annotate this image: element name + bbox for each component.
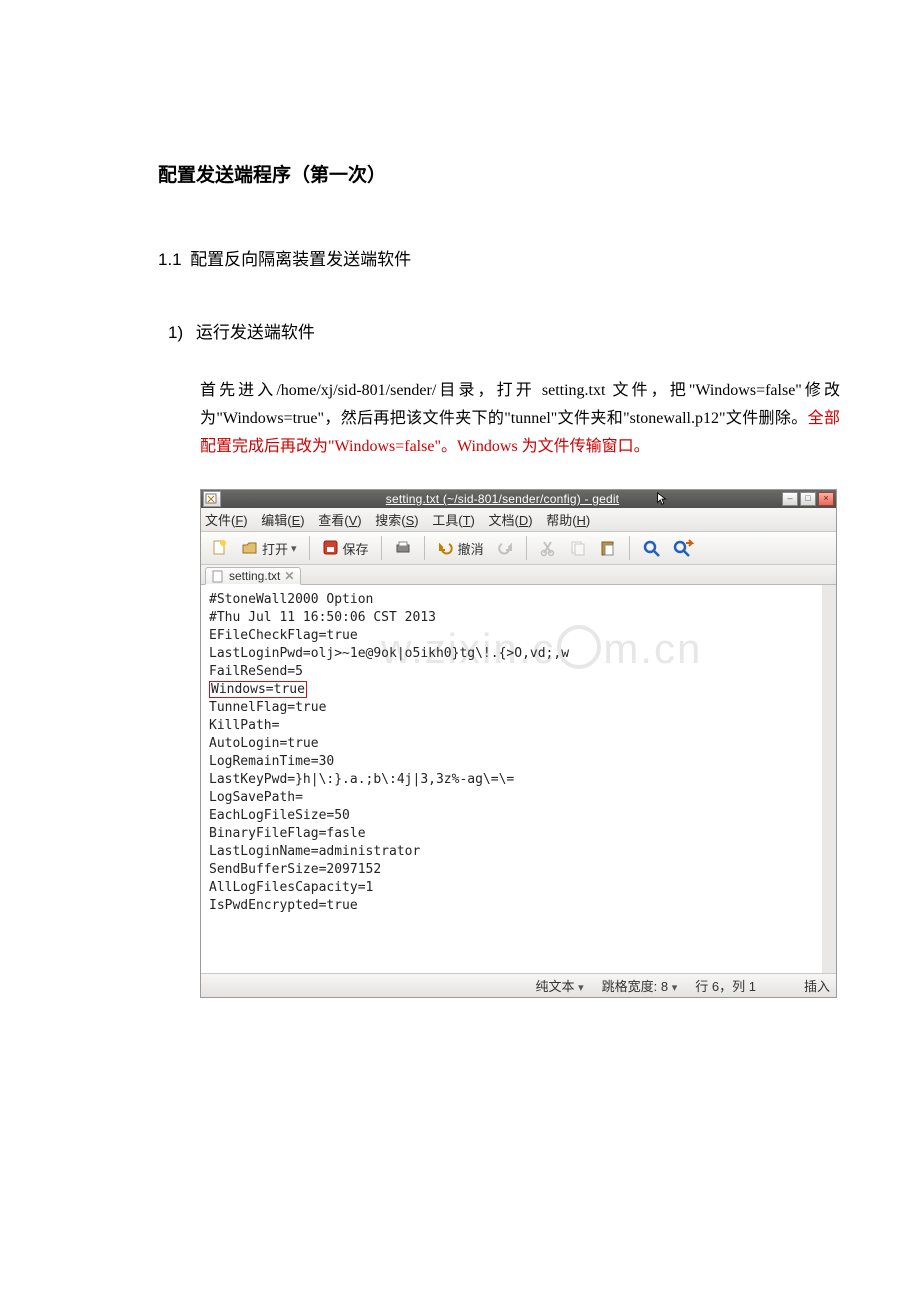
line: AutoLogin=true (209, 736, 319, 751)
status-cursor-pos: 行 6，列 1 (695, 976, 756, 995)
menu-search[interactable]: 搜索(S) (375, 513, 418, 528)
line: LastLoginPwd=olj>~1e@9ok|o5ikh0}tg\!.{>O… (209, 646, 569, 661)
line: KillPath= (209, 718, 279, 733)
line: EachLogFileSize=50 (209, 808, 350, 823)
new-button[interactable] (207, 537, 233, 559)
line: EFileCheckFlag=true (209, 628, 358, 643)
menu-docs[interactable]: 文档(D) (488, 513, 532, 528)
tab-close-icon[interactable]: ✕ (284, 569, 294, 583)
line: LogSavePath= (209, 790, 303, 805)
status-syntax[interactable]: 纯文本 ▾ (535, 976, 583, 995)
section-line: 1.1 配置反向隔离装置发送端软件 (158, 245, 840, 270)
titlebar[interactable]: setting.txt (~/sid-801/sender/config) - … (201, 490, 836, 508)
line: FailReSend=5 (209, 664, 303, 679)
separator (526, 536, 527, 560)
menu-view[interactable]: 查看(V) (318, 513, 361, 528)
open-button[interactable]: 打开 ▾ (237, 537, 301, 560)
doc-heading: 配置发送端程序（第一次） (158, 160, 840, 187)
para-black: 首先进入/home/xj/sid-801/sender/目录，打开 settin… (200, 382, 840, 427)
undo-button[interactable]: 撤消 (433, 537, 488, 560)
line: IsPwdEncrypted=true (209, 898, 358, 913)
tab-setting-txt[interactable]: setting.txt ✕ (205, 567, 301, 585)
toolbar: 打开 ▾ 保存 撤消 (201, 532, 836, 565)
tab-label: setting.txt (229, 569, 280, 583)
editor-area[interactable]: #StoneWall2000 Option #Thu Jul 11 16:50:… (201, 585, 836, 973)
undo-label: 撤消 (458, 539, 484, 558)
separator (381, 536, 382, 560)
line: LastLoginName=administrator (209, 844, 420, 859)
line: TunnelFlag=true (209, 700, 326, 715)
new-file-icon (211, 539, 229, 557)
menu-tools[interactable]: 工具(T) (432, 513, 475, 528)
highlighted-line: Windows=true (209, 681, 307, 698)
chevron-down-icon: ▾ (672, 982, 678, 994)
app-icon (203, 491, 221, 507)
status-insert-mode: 插入 (804, 976, 830, 995)
line: #Thu Jul 11 16:50:06 CST 2013 (209, 610, 436, 625)
redo-icon (496, 539, 514, 557)
cut-button[interactable] (535, 537, 561, 559)
cursor-icon (656, 492, 668, 506)
item-text: 运行发送端软件 (196, 323, 315, 342)
undo-icon (437, 539, 455, 557)
minimize-button[interactable]: – (782, 492, 798, 506)
close-button[interactable]: × (818, 492, 834, 506)
status-tabwidth[interactable]: 跳格宽度: 8 ▾ (602, 976, 678, 995)
section-text: 配置反向隔离装置发送端软件 (190, 250, 411, 269)
save-label: 保存 (343, 539, 369, 558)
gedit-window: setting.txt (~/sid-801/sender/config) - … (200, 489, 837, 998)
line: LogRemainTime=30 (209, 754, 334, 769)
window-title: setting.txt (~/sid-801/sender/config) - … (223, 492, 782, 506)
item-line: 1) 运行发送端软件 (168, 318, 840, 343)
print-icon (394, 539, 412, 557)
file-icon (212, 570, 225, 583)
line: LastKeyPwd=}h|\:}.a.;b\:4j|3,3z%-ag\=\= (209, 772, 514, 787)
open-folder-icon (241, 539, 259, 557)
separator (309, 536, 310, 560)
paste-button[interactable] (595, 537, 621, 559)
line: BinaryFileFlag=fasle (209, 826, 366, 841)
open-label: 打开 (262, 539, 288, 558)
find-button[interactable] (638, 537, 664, 559)
line: SendBufferSize=2097152 (209, 862, 381, 877)
paragraph-body: 首先进入/home/xj/sid-801/sender/目录，打开 settin… (200, 377, 840, 461)
separator (629, 536, 630, 560)
status-bar: 纯文本 ▾ 跳格宽度: 8 ▾ 行 6，列 1 插入 (201, 973, 836, 997)
item-number: 1) (168, 323, 183, 342)
tab-bar: setting.txt ✕ (201, 565, 836, 585)
menu-help[interactable]: 帮助(H) (546, 513, 590, 528)
save-icon (322, 539, 340, 557)
line: AllLogFilesCapacity=1 (209, 880, 373, 895)
redo-button[interactable] (492, 537, 518, 559)
search-icon (642, 539, 660, 557)
separator (424, 536, 425, 560)
maximize-button[interactable]: □ (800, 492, 816, 506)
paste-icon (599, 539, 617, 557)
menubar: 文件(F) 编辑(E) 查看(V) 搜索(S) 工具(T) 文档(D) 帮助(H… (201, 508, 836, 532)
menu-file[interactable]: 文件(F) (205, 513, 248, 528)
section-number: 1.1 (158, 250, 182, 269)
replace-button[interactable] (668, 537, 694, 559)
copy-icon (569, 539, 587, 557)
menu-edit[interactable]: 编辑(E) (261, 513, 304, 528)
cut-icon (539, 539, 557, 557)
copy-button[interactable] (565, 537, 591, 559)
save-button[interactable]: 保存 (318, 537, 373, 560)
chevron-down-icon: ▾ (291, 542, 297, 555)
chevron-down-icon: ▾ (578, 982, 584, 994)
line: #StoneWall2000 Option (209, 592, 373, 607)
search-replace-icon (672, 539, 690, 557)
print-button[interactable] (390, 537, 416, 559)
